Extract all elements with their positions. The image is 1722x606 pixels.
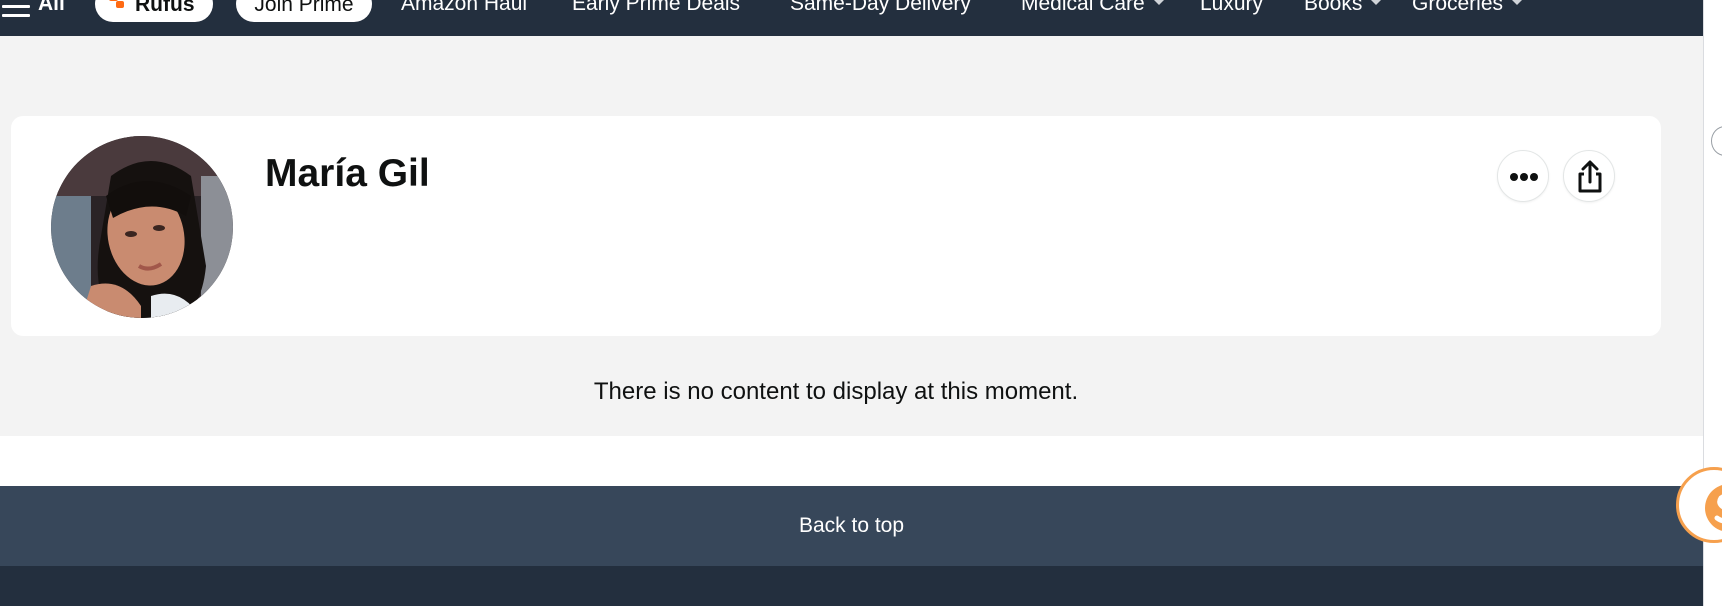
chevron-down-icon xyxy=(1152,0,1165,6)
chevron-down-icon xyxy=(1370,0,1383,6)
back-to-top-button[interactable]: Back to top xyxy=(0,486,1703,566)
nav-link-medical-care[interactable]: Medical Care xyxy=(1021,0,1165,19)
nav-link-books-label: Books xyxy=(1304,0,1363,15)
share-button[interactable] xyxy=(1563,150,1615,202)
profile-photo-icon xyxy=(51,136,233,318)
footer xyxy=(0,566,1703,606)
join-prime-button[interactable]: Join Prime xyxy=(236,0,372,22)
content-divider xyxy=(0,436,1703,486)
nav-link-groceries[interactable]: Groceries xyxy=(1412,0,1524,19)
more-options-button[interactable] xyxy=(1497,150,1549,202)
profile-name: María Gil xyxy=(265,152,430,195)
nav-link-luxury[interactable]: Luxury xyxy=(1200,0,1263,19)
nav-link-books[interactable]: Books xyxy=(1304,0,1383,19)
hamburger-menu-icon[interactable] xyxy=(2,0,30,18)
rufus-label: Rufus xyxy=(135,0,195,16)
profile-card: María Gil xyxy=(11,116,1661,336)
top-nav-bar: All Rufus Join Prime Amazon Haul Early P… xyxy=(0,0,1703,36)
nav-link-groceries-label: Groceries xyxy=(1412,0,1504,15)
more-options-icon xyxy=(1510,173,1538,181)
nav-link-medical-care-label: Medical Care xyxy=(1021,0,1145,15)
nav-all-button[interactable]: All xyxy=(38,0,65,19)
rufus-button[interactable]: Rufus xyxy=(95,0,213,22)
share-icon xyxy=(1578,160,1602,193)
empty-content-message: There is no content to display at this m… xyxy=(593,378,1079,405)
chevron-down-icon xyxy=(1511,0,1524,6)
rufus-logo-icon xyxy=(109,0,124,8)
nav-link-amazon-haul[interactable]: Amazon Haul xyxy=(401,0,527,19)
avatar xyxy=(51,136,233,318)
nav-link-early-prime-deals[interactable]: Early Prime Deals xyxy=(572,0,740,19)
nav-link-same-day-delivery[interactable]: Same-Day Delivery xyxy=(790,0,971,19)
